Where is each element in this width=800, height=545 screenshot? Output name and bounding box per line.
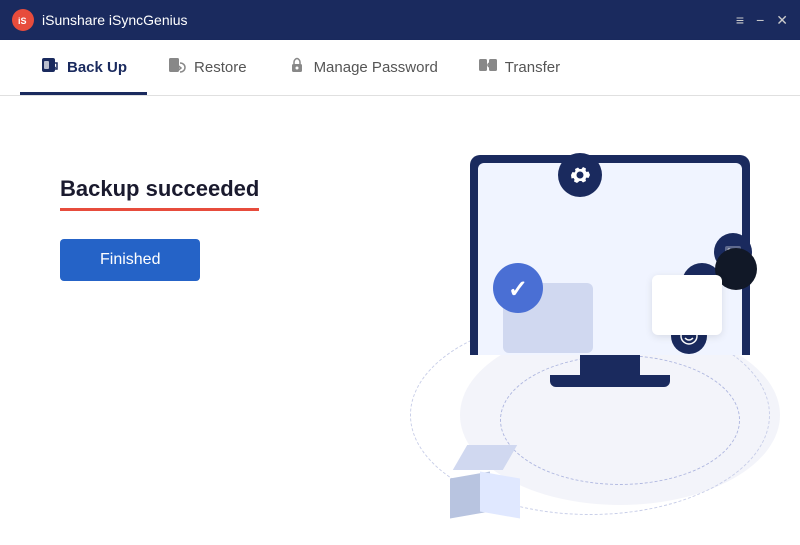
transfer-icon — [478, 55, 498, 80]
tab-restore-label: Restore — [194, 59, 247, 76]
lock-icon — [287, 55, 307, 80]
cube-right — [480, 471, 520, 518]
check-mark-icon: ✓ — [508, 275, 528, 304]
tab-manage-password[interactable]: Manage Password — [267, 55, 458, 95]
menu-button[interactable]: ≡ — [736, 12, 744, 28]
monitor-screen-inner: ✓ — [478, 163, 742, 355]
cube — [450, 445, 520, 515]
monitor-base — [550, 375, 670, 387]
cube-top — [453, 445, 517, 470]
title-bar-controls: ≡ − ✕ — [736, 12, 788, 29]
success-underline — [60, 208, 259, 211]
minimize-button[interactable]: − — [756, 12, 764, 28]
check-circle: ✓ — [493, 263, 543, 313]
restore-icon — [167, 55, 187, 80]
illustration: ✓ — [320, 125, 800, 545]
tab-transfer-label: Transfer — [505, 59, 560, 76]
backup-icon — [40, 55, 60, 80]
tab-backup-label: Back Up — [67, 59, 127, 76]
nav-bar: Back Up Restore Manage Password — [0, 40, 800, 96]
white-card — [652, 275, 722, 335]
close-button[interactable]: ✕ — [776, 12, 788, 29]
svg-text:iS: iS — [18, 16, 27, 26]
gear-float-icon — [558, 153, 602, 197]
title-bar: iS iSunshare iSyncGenius ≡ − ✕ — [0, 0, 800, 40]
monitor: ✓ — [470, 155, 750, 387]
main-content: Backup succeeded Finished — [0, 96, 800, 545]
tab-restore[interactable]: Restore — [147, 55, 267, 95]
monitor-screen: ✓ — [470, 155, 750, 355]
success-title: Backup succeeded — [60, 176, 259, 202]
monitor-stand — [580, 355, 640, 375]
app-logo: iS — [12, 9, 34, 31]
tab-transfer[interactable]: Transfer — [458, 55, 580, 95]
tab-manage-password-label: Manage Password — [314, 59, 438, 76]
success-section: Backup succeeded Finished — [60, 176, 259, 281]
tab-backup[interactable]: Back Up — [20, 55, 147, 95]
app-title: iSunshare iSyncGenius — [42, 12, 188, 28]
finished-button[interactable]: Finished — [60, 239, 200, 281]
title-bar-left: iS iSunshare iSyncGenius — [12, 9, 188, 31]
